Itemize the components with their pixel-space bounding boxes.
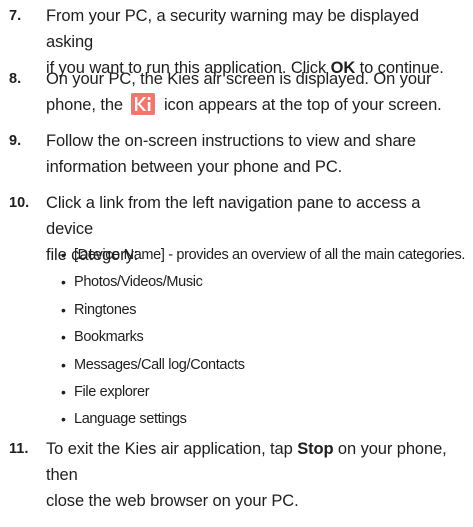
list-item: • File explorer	[60, 379, 469, 406]
instruction-page: 7. From your PC, a security warning may …	[0, 0, 473, 527]
step-line: From your PC, a security warning may be …	[46, 7, 419, 51]
step-number: 9.	[9, 133, 22, 149]
list-item-text: Language settings	[74, 411, 187, 428]
list-item-text: Photos/Videos/Music	[74, 274, 203, 291]
step-number: 11.	[9, 441, 29, 457]
bullet-icon: •	[61, 247, 66, 263]
bullet-icon: •	[61, 411, 66, 428]
list-item: • Ringtones	[60, 297, 469, 324]
step-line: information between your phone and PC.	[46, 158, 343, 176]
text-run: icon appears at the top of your screen.	[159, 96, 442, 114]
list-item: • Photos/Videos/Music	[60, 269, 469, 296]
step-line: close the web browser on your PC.	[46, 492, 299, 510]
step-text: On your PC, the Kies air screen is displ…	[46, 66, 467, 118]
step-text: Follow the on-screen instructions to vie…	[46, 128, 467, 180]
step-line: Click a link from the left navigation pa…	[46, 194, 421, 238]
bullet-icon: •	[61, 384, 66, 401]
step-line: On your PC, the Kies air screen is displ…	[46, 70, 432, 88]
step-text: To exit the Kies air application, tap St…	[46, 436, 467, 514]
list-item-text: [Device Name] - provides an overview of …	[74, 247, 466, 263]
list-item: • [Device Name] - provides an overview of…	[60, 242, 469, 269]
kies-air-icon	[131, 93, 156, 115]
text-run: phone, the	[46, 96, 128, 114]
step-number: 7.	[9, 8, 22, 24]
bullet-icon: •	[61, 356, 66, 373]
step-line: To exit the Kies air application, tap St…	[46, 436, 467, 488]
category-list: • [Device Name] - provides an overview of…	[60, 242, 469, 434]
list-item-text: Ringtones	[74, 301, 137, 318]
step-number: 8.	[9, 71, 22, 87]
bullet-icon: •	[61, 329, 66, 346]
list-item: • Language settings	[60, 406, 469, 433]
bold-text: Stop	[297, 440, 334, 458]
step-line: Follow the on-screen instructions to vie…	[46, 132, 417, 150]
bullet-icon: •	[61, 274, 66, 291]
list-item: • Bookmarks	[60, 324, 469, 351]
bullet-icon: •	[61, 301, 66, 318]
list-item-text: Bookmarks	[74, 329, 144, 346]
kies-glyph-icon	[135, 97, 151, 111]
text-run: To exit the Kies air application, tap	[46, 440, 298, 458]
list-item-text: File explorer	[74, 384, 150, 401]
step-line: phone, the icon appears at the top of yo…	[46, 92, 467, 118]
list-item: • Messages/Call log/Contacts	[60, 352, 469, 379]
step-number: 10.	[9, 195, 30, 211]
list-item-text: Messages/Call log/Contacts	[74, 356, 245, 373]
